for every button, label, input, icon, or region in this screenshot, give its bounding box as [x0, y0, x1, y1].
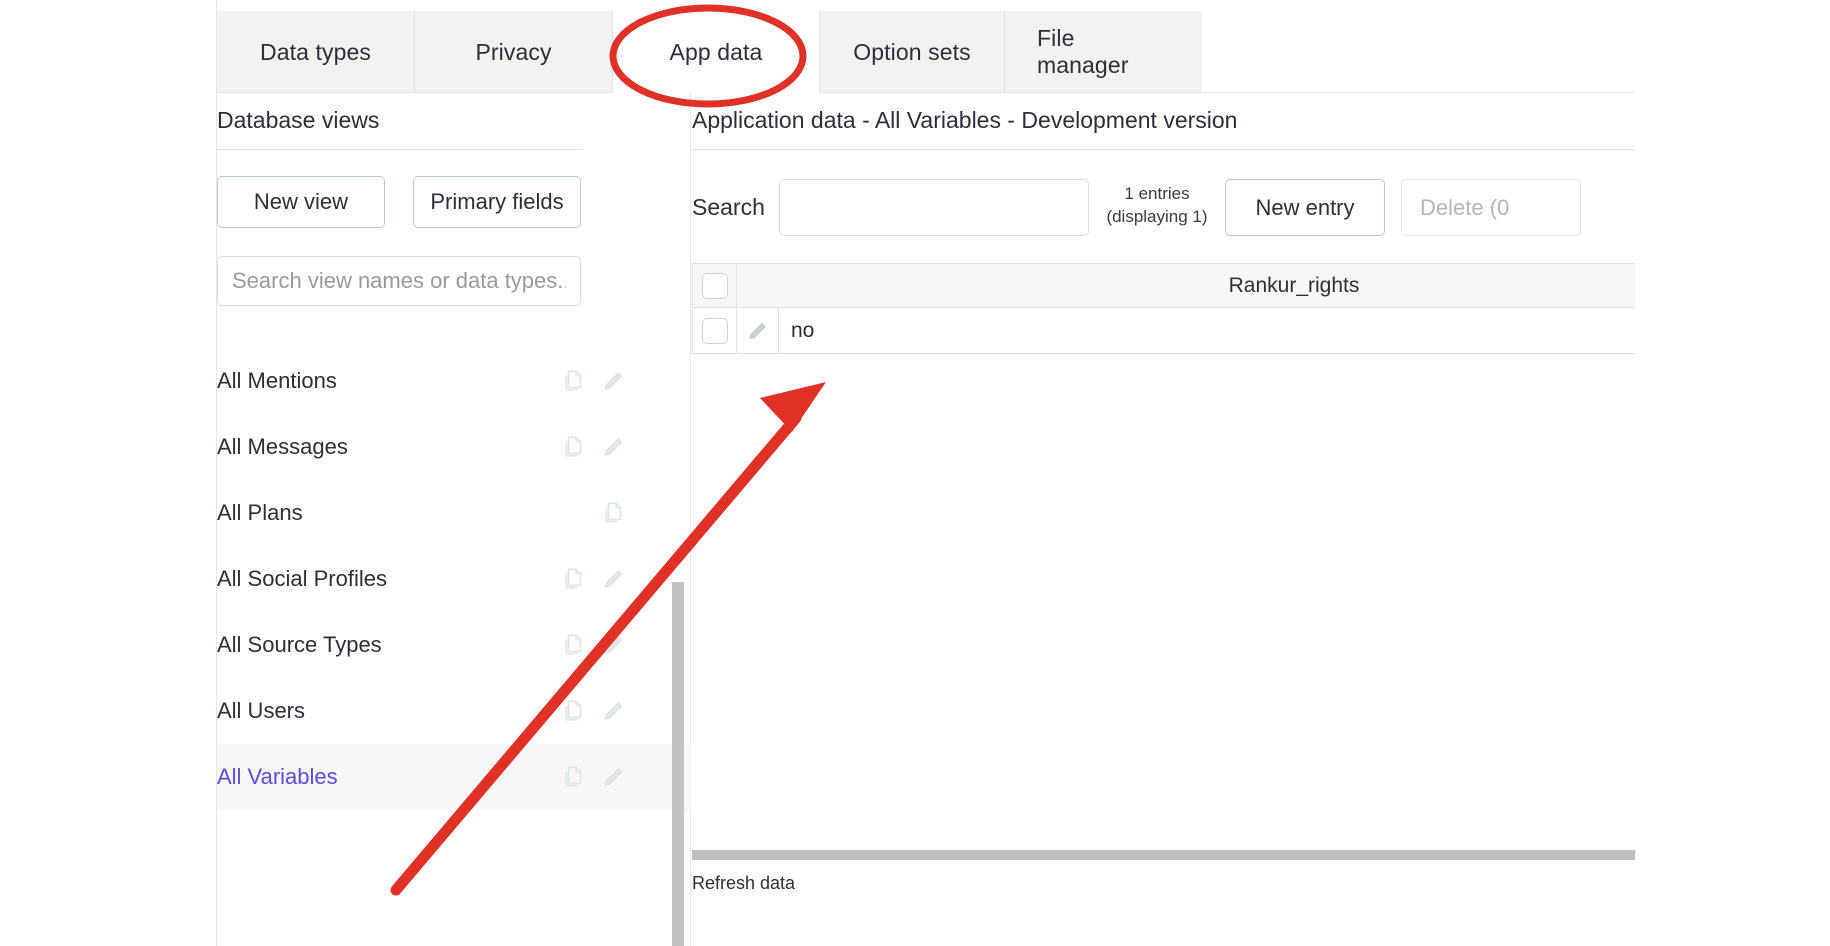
tab-label: File manager [1037, 25, 1170, 79]
new-view-button[interactable]: New view [217, 176, 385, 228]
entries-counter: 1 entries (displaying 1) [1099, 183, 1215, 229]
table-header-row: Rankur_rights [693, 264, 1635, 308]
edit-pencil-icon[interactable] [601, 566, 627, 592]
entries-count: 1 entries [1099, 183, 1215, 206]
sidebar-item-label: All Plans [217, 500, 303, 526]
copy-icon[interactable] [561, 764, 587, 790]
row-actions [561, 632, 627, 658]
search-label: Search [692, 194, 765, 221]
app-data-table: Rankur_rights no [692, 263, 1635, 354]
main-tab-bar: Data types Privacy App data Option sets … [217, 11, 1202, 93]
sidebar-item-all-messages[interactable]: All Messages [217, 414, 691, 480]
primary-fields-label: Primary fields [430, 189, 563, 215]
row-actions [561, 764, 627, 790]
tab-option-sets[interactable]: Option sets [820, 11, 1005, 93]
entries-displaying: (displaying 1) [1099, 206, 1215, 229]
primary-fields-button[interactable]: Primary fields [413, 176, 581, 228]
column-header-rankur-rights[interactable]: Rankur_rights [737, 264, 1635, 307]
row-actions [601, 500, 627, 526]
table-row[interactable]: no [693, 308, 1635, 354]
tab-app-data[interactable]: App data [613, 11, 820, 93]
edit-pencil-icon[interactable] [601, 698, 627, 724]
sidebar-item-all-users[interactable]: All Users [217, 678, 691, 744]
sidebar-item-all-plans[interactable]: All Plans [217, 480, 691, 546]
copy-icon[interactable] [561, 434, 587, 460]
copy-icon[interactable] [561, 566, 587, 592]
edit-pencil-icon[interactable] [601, 632, 627, 658]
sidebar-item-all-variables[interactable]: All Variables [217, 744, 691, 810]
panel-title-divider [692, 149, 1635, 150]
sidebar-item-label: All Source Types [217, 632, 382, 658]
row-checkbox[interactable] [702, 318, 728, 344]
edit-pencil-icon[interactable] [601, 368, 627, 394]
copy-icon[interactable] [561, 632, 587, 658]
panel-title: Application data - All Variables - Devel… [692, 107, 1237, 134]
new-entry-label: New entry [1255, 195, 1354, 221]
copy-icon[interactable] [561, 698, 587, 724]
copy-icon[interactable] [601, 500, 627, 526]
sidebar-item-all-mentions[interactable]: All Mentions [217, 348, 691, 414]
toolbar-row: Search 1 entries (displaying 1) New entr… [692, 179, 1635, 241]
edit-pencil-icon[interactable] [601, 434, 627, 460]
tab-privacy[interactable]: Privacy [415, 11, 613, 93]
row-actions [561, 434, 627, 460]
sidebar-item-label: All Messages [217, 434, 348, 460]
sidebar-item-label: All Users [217, 698, 305, 724]
left-rail [0, 0, 217, 946]
delete-label: Delete (0 [1420, 195, 1509, 221]
tab-file-manager[interactable]: File manager [1005, 11, 1202, 93]
entry-search-input[interactable] [779, 179, 1089, 236]
tab-label: App data [670, 39, 763, 66]
sidebar-item-label: All Mentions [217, 368, 337, 394]
select-all-checkbox[interactable] [702, 273, 728, 299]
cell-rankur-rights: no [779, 308, 1635, 353]
row-select-cell [693, 308, 737, 353]
new-view-label: New view [254, 189, 348, 215]
sidebar-item-all-social-profiles[interactable]: All Social Profiles [217, 546, 691, 612]
sidebar-item-label: All Social Profiles [217, 566, 387, 592]
application-data-panel: Application data - All Variables - Devel… [692, 93, 1635, 946]
tab-label: Data types [260, 39, 371, 66]
delete-button: Delete (0 [1401, 179, 1581, 236]
new-entry-button[interactable]: New entry [1225, 179, 1385, 236]
select-all-cell [693, 264, 737, 307]
edit-pencil-icon[interactable] [601, 764, 627, 790]
sidebar-scrollbar[interactable] [672, 582, 684, 946]
tab-label: Privacy [475, 39, 551, 66]
database-views-list: All Mentions [217, 348, 691, 946]
sidebar-item-all-source-types[interactable]: All Source Types [217, 612, 691, 678]
row-actions [561, 368, 627, 394]
tab-data-types[interactable]: Data types [217, 11, 415, 93]
sidebar-item-label: All Variables [217, 764, 338, 790]
row-actions [561, 566, 627, 592]
database-views-heading: Database views [217, 107, 379, 134]
row-actions [561, 698, 627, 724]
table-horizontal-scrollbar[interactable] [692, 850, 1635, 860]
view-search-input[interactable] [217, 256, 581, 306]
app-root: Data types Privacy App data Option sets … [0, 0, 1830, 946]
copy-icon[interactable] [561, 368, 587, 394]
row-edit-cell[interactable] [737, 308, 779, 353]
content-body: Database views New view Primary fields A… [217, 93, 1635, 946]
tab-label: Option sets [853, 39, 970, 66]
database-views-panel: Database views New view Primary fields A… [217, 93, 691, 946]
sidebar-heading-divider [217, 149, 583, 150]
refresh-data-link[interactable]: Refresh data [692, 873, 795, 894]
